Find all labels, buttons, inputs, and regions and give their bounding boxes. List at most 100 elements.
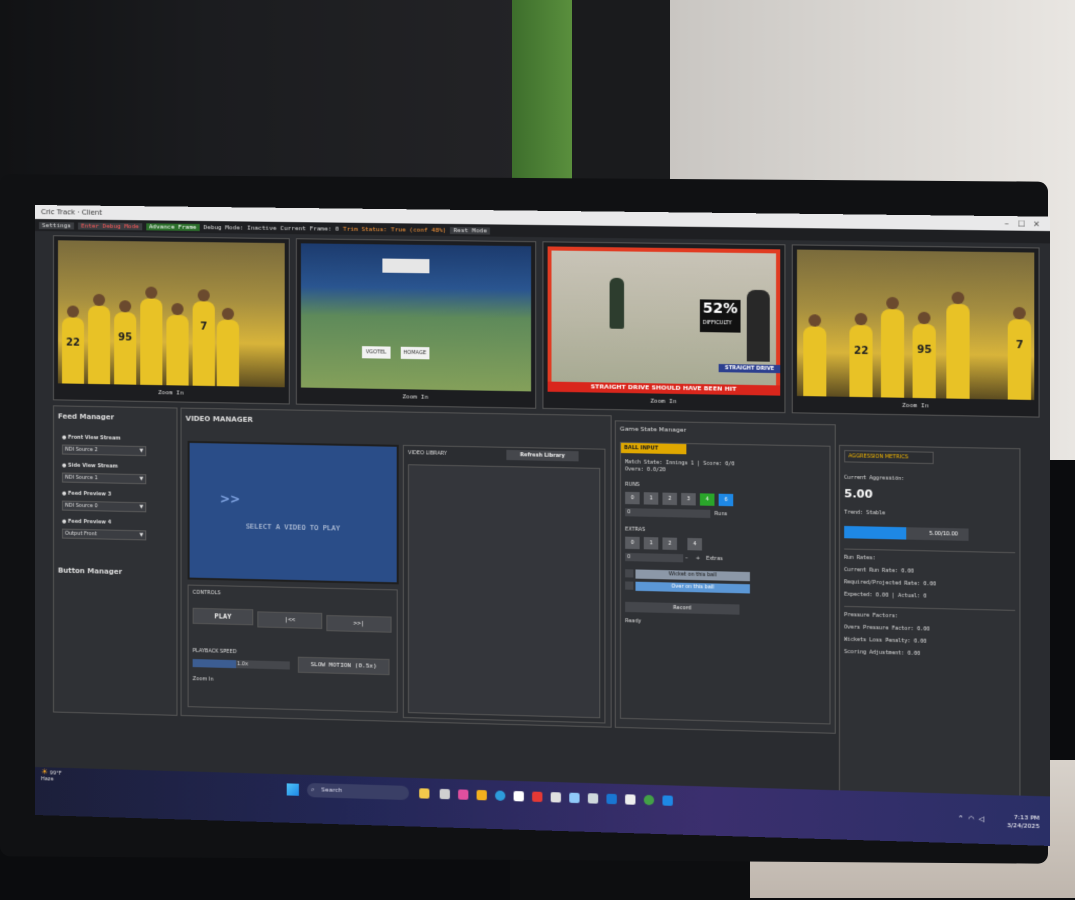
player-figure: 22	[61, 305, 85, 384]
enter-debug-button[interactable]: Enter Debug Mode	[77, 222, 142, 230]
extras-button[interactable]: 4	[687, 537, 702, 551]
aggression-metrics-panel: AGGRESSION METRICS Current Aggression: 5…	[838, 444, 1021, 806]
team-huddle-image: 22 95 7	[797, 249, 1035, 400]
extras-unit: Extras	[706, 555, 723, 563]
runs-button[interactable]: 2	[662, 492, 678, 506]
advance-frame-button[interactable]: Advance Frame	[145, 222, 200, 231]
feed-source-select[interactable]: NDI Source 2 ▼	[61, 444, 147, 457]
button-manager-title: Button Manager	[57, 566, 123, 576]
task-view-icon[interactable]	[439, 788, 450, 800]
app-icon[interactable]	[419, 788, 430, 799]
zoom-in-label[interactable]: Zoom In	[297, 391, 535, 407]
controls-panel: CONTROLS PLAY |<< >>| PLAYBACK SPEED 1.0…	[187, 584, 398, 713]
extras-field[interactable]: 0	[625, 552, 684, 563]
speed-value: 1.0x	[237, 661, 249, 668]
feed-preview-4[interactable]: 22 95 7 Zoom In	[792, 244, 1040, 418]
feed-preview-1[interactable]: 22 95 7 Zoom In	[52, 235, 290, 405]
extras-plus-button[interactable]: +	[696, 555, 700, 561]
sun-icon: ☀	[40, 767, 49, 777]
wickets-loss-penalty: Wickets Loss Penalty: 0.00	[844, 636, 927, 645]
chrome-icon[interactable]	[643, 794, 655, 806]
feed-preview-3[interactable]: 52% DIFFICULTY STRAIGHT DRIVE STRAIGHT DR…	[541, 241, 786, 414]
next-button[interactable]: >>|	[326, 614, 392, 633]
play-button[interactable]: PLAY	[192, 607, 254, 626]
aggression-bar-value: 5.00/10.00	[929, 530, 958, 538]
player-figure	[946, 291, 970, 399]
wicket-toggle[interactable]: Wicket on this ball	[635, 569, 750, 582]
app-icon[interactable]	[550, 792, 561, 803]
windows-start-icon[interactable]	[286, 783, 299, 796]
extras-button[interactable]: 2	[662, 537, 678, 550]
window-controls[interactable]: – ☐ ✕	[999, 219, 1044, 229]
runs-button[interactable]: 0	[625, 491, 640, 505]
feed-item-label: ● Feed Preview 4	[61, 518, 112, 526]
weather-widget[interactable]: ☀ 99°F Haze	[40, 767, 62, 783]
room-background-left	[0, 0, 520, 200]
copilot-icon[interactable]	[458, 789, 469, 800]
playback-speed-label: PLAYBACK SPEED	[192, 647, 237, 656]
runs-field[interactable]: 0	[625, 508, 711, 519]
feed-source-select[interactable]: NDI Source 1 ▼	[61, 472, 147, 485]
taskbar-search[interactable]: ⌕ Search	[307, 782, 409, 801]
app-icon[interactable]	[587, 793, 599, 804]
edge-browser-icon[interactable]	[495, 790, 506, 801]
python-icon[interactable]	[662, 795, 673, 806]
slow-motion-button[interactable]: SLOW MOTION (0.5x)	[297, 656, 390, 676]
feed-source-select[interactable]: Output Front ▼	[61, 528, 147, 541]
feed-manager-title: Feed Manager	[57, 412, 115, 422]
video-library-list[interactable]	[407, 464, 601, 719]
jersey-number: 7	[1015, 339, 1024, 352]
minimize-icon[interactable]: –	[999, 219, 1014, 228]
store-icon[interactable]	[513, 791, 524, 802]
refresh-library-button[interactable]: Refresh Library	[506, 449, 579, 462]
over-toggle[interactable]: Over on this ball	[635, 581, 750, 594]
system-tray[interactable]: ⌃◠◁	[958, 814, 989, 823]
jersey-number: 7	[200, 321, 208, 333]
previous-button[interactable]: |<<	[257, 611, 323, 630]
extras-button[interactable]: 1	[643, 537, 659, 550]
overs-pressure-factor: Overs Pressure Factor: 0.00	[844, 624, 930, 633]
zoom-in-label[interactable]: Zoom In	[793, 400, 1038, 417]
jersey-number: 22	[66, 337, 80, 349]
stadium-image: VGOTEL HOMAGE	[300, 243, 531, 392]
chevron-up-icon[interactable]: ⌃	[958, 814, 968, 823]
wicket-checkbox[interactable]	[625, 569, 634, 578]
maximize-icon[interactable]: ☐	[1014, 219, 1029, 228]
file-explorer-icon[interactable]	[476, 789, 487, 801]
aggression-metrics-header: AGGRESSION METRICS	[844, 450, 934, 465]
video-player[interactable]: >> SELECT A VIDEO TO PLAY	[187, 440, 399, 585]
feed-manager-panel: Feed Manager ● Front View Stream NDI Sou…	[52, 405, 178, 716]
run-rates-heading: Run Rates:	[844, 554, 876, 562]
feed-preview-2[interactable]: VGOTEL HOMAGE Zoom In	[295, 238, 536, 409]
extras-minus-button[interactable]: –	[685, 555, 688, 561]
photos-icon[interactable]	[569, 792, 580, 804]
runs-button[interactable]: 1	[643, 492, 659, 505]
runs-button[interactable]: 6	[718, 493, 734, 507]
zoom-in-label[interactable]: Zoom In	[193, 676, 214, 683]
vscode-icon[interactable]	[606, 793, 617, 805]
runs-button[interactable]: 3	[681, 492, 696, 506]
chevron-down-icon: ▼	[139, 532, 144, 539]
close-icon[interactable]: ✕	[1029, 219, 1044, 228]
settings-button[interactable]: Settings	[38, 221, 74, 229]
shot-tag: STRAIGHT DRIVE	[718, 363, 781, 374]
aggression-bar: 5.00/10.00	[844, 525, 969, 541]
system-clock[interactable]: 7:13 PM 3/24/2025	[1007, 814, 1040, 831]
wifi-icon[interactable]: ◠	[968, 815, 979, 824]
reset-mode-button[interactable]: Rest Mode	[450, 226, 490, 235]
extras-button[interactable]: 0	[625, 536, 640, 550]
feed-source-select[interactable]: NDI Source 0 ▼	[61, 500, 147, 513]
runs-button[interactable]: 4	[699, 493, 715, 506]
graphic-frame	[547, 246, 781, 396]
terminal-icon[interactable]	[625, 794, 636, 805]
game-state-title: Game State Manager	[619, 425, 687, 434]
volume-icon[interactable]: ◁	[979, 815, 989, 824]
zoom-in-label[interactable]: Zoom In	[543, 396, 785, 412]
record-button[interactable]: Record	[625, 601, 740, 615]
player-figure	[88, 293, 111, 385]
over-checkbox[interactable]	[625, 581, 634, 590]
media-icon[interactable]	[532, 791, 543, 803]
playback-speed-slider[interactable]: 1.0x	[192, 659, 290, 670]
zoom-in-label[interactable]: Zoom In	[54, 387, 289, 403]
room-background-dark	[572, 0, 670, 200]
